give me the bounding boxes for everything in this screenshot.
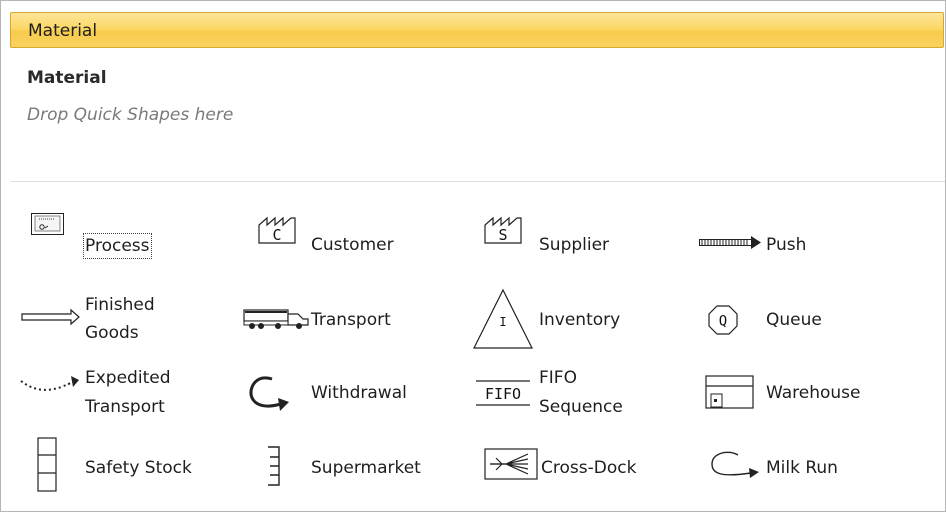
supplier-glyph: S (498, 226, 507, 244)
shape-label: Customer (311, 235, 394, 255)
shape-label: Process (83, 233, 152, 259)
shape-label-line-1: Expedited (85, 368, 171, 388)
stencil-header[interactable]: Material (10, 12, 944, 48)
customer-glyph: C (272, 226, 281, 244)
shape-label: Milk Run (766, 458, 838, 478)
shape-label-line-2: Transport (85, 397, 165, 417)
push-arrow-icon (699, 236, 761, 249)
shape-label-line-2: Sequence (539, 397, 623, 417)
shape-label: Supermarket (311, 458, 421, 478)
fifo-glyph: FIFO (485, 385, 521, 403)
truck-icon (243, 309, 309, 329)
expedited-transport-icon (20, 376, 79, 391)
milk-run-icon (711, 451, 759, 478)
shape-label-line-1: FIFO (539, 368, 577, 388)
stencil-title: Material (27, 68, 107, 88)
quick-shapes-drop-zone[interactable]: Drop Quick Shapes here (27, 105, 233, 125)
stencil-panel: Material Material Drop Quick Shapes here… (0, 0, 946, 512)
shape-label: Transport (311, 310, 391, 330)
shape-label-line-2: Goods (85, 323, 139, 343)
shape-label: Cross-Dock (541, 458, 637, 478)
shape-label: Supplier (539, 235, 610, 255)
supermarket-icon (268, 446, 280, 486)
shape-label: Safety Stock (85, 458, 192, 478)
shape-label: Queue (766, 310, 822, 330)
queue-octagon-icon: Q (708, 305, 738, 335)
stencil-header-title: Material (28, 21, 98, 41)
queue-glyph: Q (719, 314, 727, 330)
cross-dock-icon (484, 448, 538, 480)
shape-label: Warehouse (766, 383, 861, 403)
shape-label-line-1: Finished (85, 295, 155, 315)
finished-goods-arrow-icon (21, 308, 80, 326)
separator (11, 181, 945, 182)
withdrawal-arrow-icon (249, 376, 289, 411)
shape-label: Push (766, 235, 807, 255)
inventory-triangle-icon: I (473, 288, 533, 349)
shape-label: Inventory (539, 310, 621, 330)
fifo-lane-icon: FIFO (476, 380, 530, 406)
customer-factory-icon: C (258, 216, 296, 244)
shape-label: Withdrawal (311, 383, 407, 403)
inventory-glyph: I (499, 315, 506, 329)
supplier-factory-icon: S (484, 216, 522, 244)
safety-stock-icon (37, 437, 57, 492)
process-icon (31, 213, 64, 235)
warehouse-icon (705, 375, 754, 409)
